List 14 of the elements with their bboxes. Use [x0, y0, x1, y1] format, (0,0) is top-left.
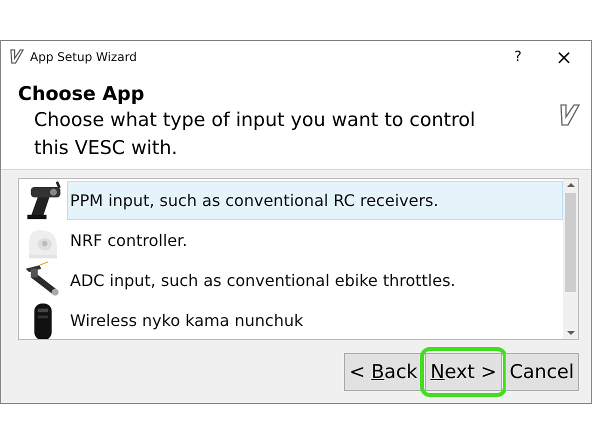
- list-item[interactable]: Wireless nyko kama nunchuk: [67, 300, 563, 339]
- list-item[interactable]: NRF controller.: [67, 220, 563, 260]
- help-button[interactable]: ?: [495, 41, 541, 72]
- page-subtitle: Choose what type of input you want to control this VESC with.: [33, 108, 476, 160]
- wizard-button[interactable]: Cancel: [504, 353, 579, 391]
- page-title: Choose App: [18, 82, 146, 106]
- scrollbar[interactable]: [563, 179, 578, 339]
- wizard-button[interactable]: Next >: [425, 353, 502, 391]
- list-item[interactable]: PPM input, such as conventional RC receivers.: [67, 180, 563, 220]
- wizard-button[interactable]: < Back: [344, 353, 422, 391]
- logo-icon: [9, 49, 24, 64]
- list-item[interactable]: ADC input, such as conventional ebike throttles.: [67, 260, 563, 300]
- window-title: App Setup Wizard: [30, 50, 137, 64]
- close-button[interactable]: ×: [541, 41, 587, 72]
